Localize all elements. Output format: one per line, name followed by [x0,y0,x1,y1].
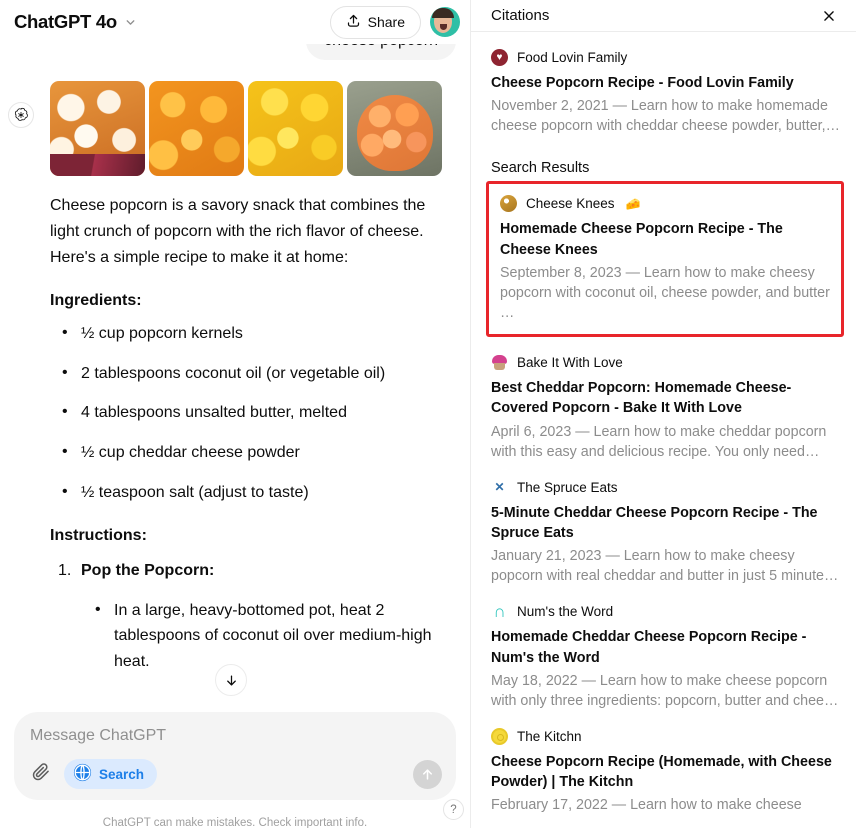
attach-file-button[interactable] [28,761,54,787]
result-snippet: February 17, 2022 — Learn how to make ch… [491,797,802,814]
result-headline[interactable]: Best Cheddar Popcorn: Homemade Cheese-Co… [491,378,840,419]
source-row: Bake It With Love [491,354,840,371]
chatgpt-logo-icon [8,102,34,128]
list-item: ½ cup popcorn kernels [50,321,456,347]
popcorn-white-cheddar-thumbnail[interactable] [50,81,145,176]
popcorn-yellow-cheese-thumbnail[interactable] [248,81,343,176]
app-root: ChatGPT 4o Share chees [0,0,856,828]
popcorn-bowl-cheese-puffs-thumbnail[interactable] [347,81,442,176]
source-row: Food Lovin Family [491,49,840,66]
assistant-message-row: Cheese popcorn is a savory snack that co… [0,60,470,675]
source-row: Num's the Word [491,603,840,620]
user-message-bubble: cheese popcorn [306,44,456,60]
model-selector[interactable]: ChatGPT 4o [14,11,117,33]
intro-paragraph: Cheese popcorn is a savory snack that co… [50,197,426,266]
cupcake-icon [491,354,508,371]
heart-in-circle-icon [491,49,508,66]
list-item: ½ cup cheddar cheese powder [50,440,456,466]
result-snippet: September 8, 2023 — Learn how to make ch… [500,264,830,321]
citations-panel: Citations Food Lovin Family Cheese Popco… [470,0,856,828]
scroll-to-bottom-button[interactable] [215,664,247,696]
search-result-card[interactable]: The Kitchn Cheese Popcorn Recipe (Homema… [491,711,840,816]
result-headline[interactable]: Homemade Cheese Popcorn Recipe - The Che… [500,219,831,260]
source-name: Bake It With Love [517,354,623,370]
instructions-list: Pop the Popcorn: In a large, heavy-botto… [50,559,456,676]
source-name: Cheese Knees [526,196,615,212]
step-title: Pop the Popcorn: [81,561,215,579]
source-name: The Spruce Eats [517,479,618,495]
list-item: ½ teaspoon salt (adjust to taste) [50,480,456,506]
list-item: 4 tablespoons unsalted butter, melted [50,400,456,426]
result-headline[interactable]: Homemade Cheddar Cheese Popcorn Recipe -… [491,627,840,668]
ingredients-list: ½ cup popcorn kernels 2 tablespoons coco… [50,321,456,506]
assistant-content: Cheese popcorn is a savory snack that co… [34,74,470,675]
num-arch-icon [491,603,508,620]
send-button[interactable] [413,759,442,789]
avatar-hair [432,8,454,18]
cheese-knees-icon [500,195,517,213]
source-row: The Spruce Eats [491,479,840,496]
search-result-card[interactable]: The Spruce Eats 5-Minute Cheddar Cheese … [491,462,840,587]
chat-pane: ChatGPT 4o Share chees [0,0,470,828]
citations-scroll-area[interactable]: Food Lovin Family Cheese Popcorn Recipe … [471,32,856,815]
instructions-heading: Instructions: [50,526,147,544]
chevron-down-icon[interactable] [124,16,137,29]
result-snippet: April 6, 2023 — Learn how to make chedda… [491,423,827,460]
list-item: 2 tablespoons coconut oil (or vegetable … [50,361,456,387]
message-input[interactable]: Message ChatGPT [30,727,440,745]
user-message-row: cheese popcorn [0,44,470,60]
paperclip-icon [32,762,50,786]
share-button-label: Share [367,14,405,30]
share-button[interactable]: Share [329,5,421,39]
search-result-card[interactable]: Bake It With Love Best Cheddar Popcorn: … [491,337,840,462]
composer-toolbar: Search [28,759,442,789]
citation-card[interactable]: Food Lovin Family Cheese Popcorn Recipe … [491,32,840,136]
result-headline[interactable]: Cheese Popcorn Recipe (Homemade, with Ch… [491,752,840,793]
step-bullets: In a large, heavy-bottomed pot, heat 2 t… [81,597,456,676]
source-row: The Kitchn [491,727,840,745]
cupcake-base [494,362,505,370]
close-icon[interactable] [818,5,840,27]
result-headline[interactable]: 5-Minute Cheddar Cheese Popcorn Recipe -… [491,503,840,544]
citation-headline[interactable]: Cheese Popcorn Recipe - Food Lovin Famil… [491,73,840,93]
share-icon [346,13,361,31]
source-name: Num's the Word [517,604,614,620]
chat-header: ChatGPT 4o Share [0,0,470,44]
message-composer[interactable]: Message ChatGPT Search [14,712,456,800]
source-name: The Kitchn [517,728,582,744]
search-result-card[interactable]: Num's the Word Homemade Cheddar Cheese P… [491,586,840,711]
list-item: Pop the Popcorn: In a large, heavy-botto… [50,559,456,676]
avatar[interactable] [430,7,460,37]
globe-icon [73,763,92,785]
result-snippet: January 21, 2023 — Learn how to make che… [491,548,839,585]
citation-snippet: November 2, 2021 — Learn how to make hom… [491,98,840,135]
list-item: In a large, heavy-bottomed pot, heat 2 t… [81,597,456,676]
search-results-label: Search Results [491,160,590,177]
source-row: Cheese Knees 🧀 [500,195,831,213]
cheese-emoji-icon: 🧀 [625,196,641,211]
kitchn-circle-icon [491,727,508,745]
crossed-utensils-icon [491,479,508,496]
disclaimer-text: ChatGPT can make mistakes. Check importa… [102,817,368,828]
result-snippet: May 18, 2022 — Learn how to make cheese … [491,672,839,709]
search-toggle-button[interactable]: Search [64,759,158,789]
search-toggle-label: Search [99,766,145,782]
composer-area: Message ChatGPT Search ChatGPT can make … [0,698,470,828]
search-result-card-highlighted[interactable]: Cheese Knees 🧀 Homemade Cheese Popcorn R… [486,181,844,337]
ingredients-heading: Ingredients: [50,291,142,309]
citations-title: Citations [491,7,550,24]
header-actions: Share [329,5,460,39]
help-button[interactable]: ? [443,799,464,820]
source-name: Food Lovin Family [517,50,628,65]
image-thumbnail-strip [50,81,456,176]
popcorn-orange-cheddar-thumbnail[interactable] [149,81,244,176]
citations-header: Citations [471,0,856,32]
